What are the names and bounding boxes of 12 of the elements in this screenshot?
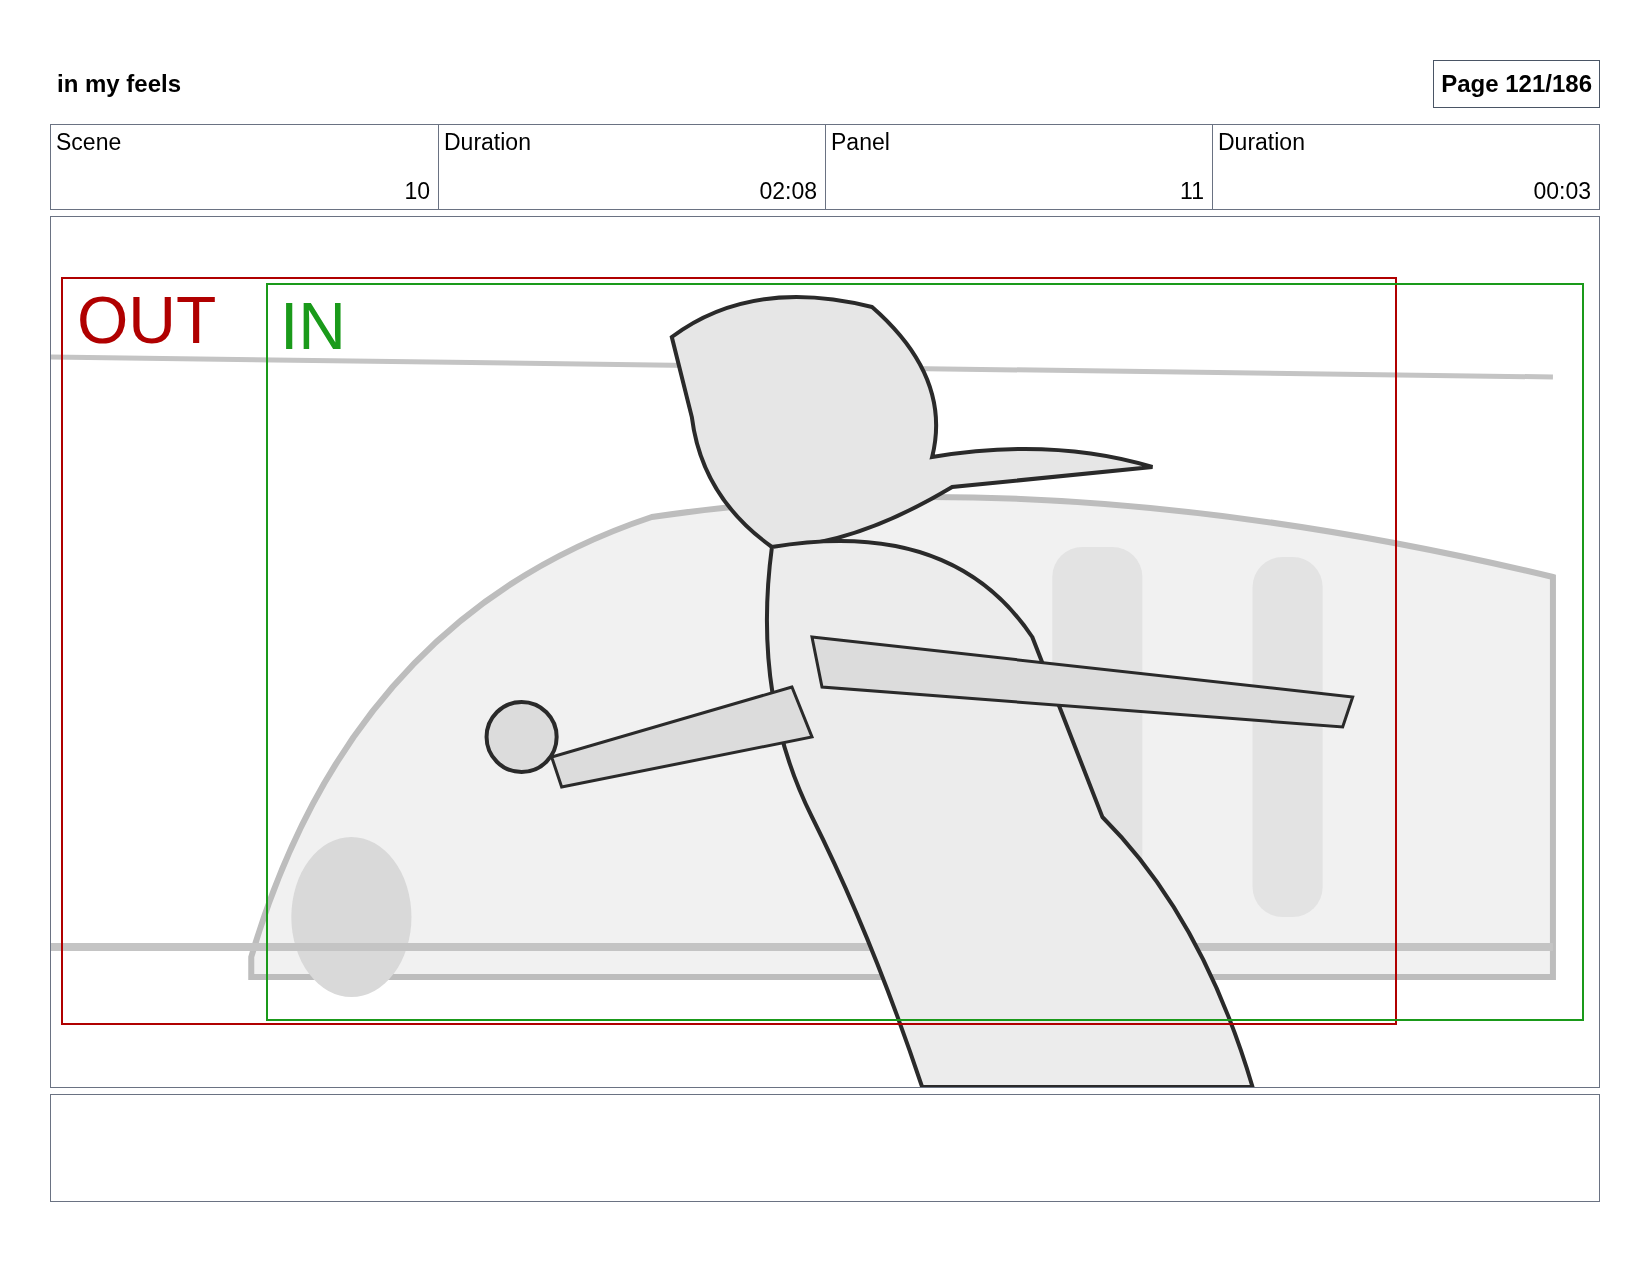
field-label: Duration [444, 131, 532, 154]
board-title: in my feels [57, 69, 182, 99]
field-label: Duration [1218, 131, 1306, 154]
frame-label: OUT [77, 287, 217, 353]
field-value: 00:03 [1532, 180, 1591, 203]
field-value: 11 [1179, 180, 1204, 203]
page-counter: Page 121/186 [1433, 60, 1600, 108]
frame-label: IN [280, 293, 346, 359]
field-label: Panel [831, 131, 891, 154]
field-value: 10 [403, 180, 430, 203]
field-value: 02:08 [758, 180, 817, 203]
field-label: Scene [56, 131, 123, 154]
